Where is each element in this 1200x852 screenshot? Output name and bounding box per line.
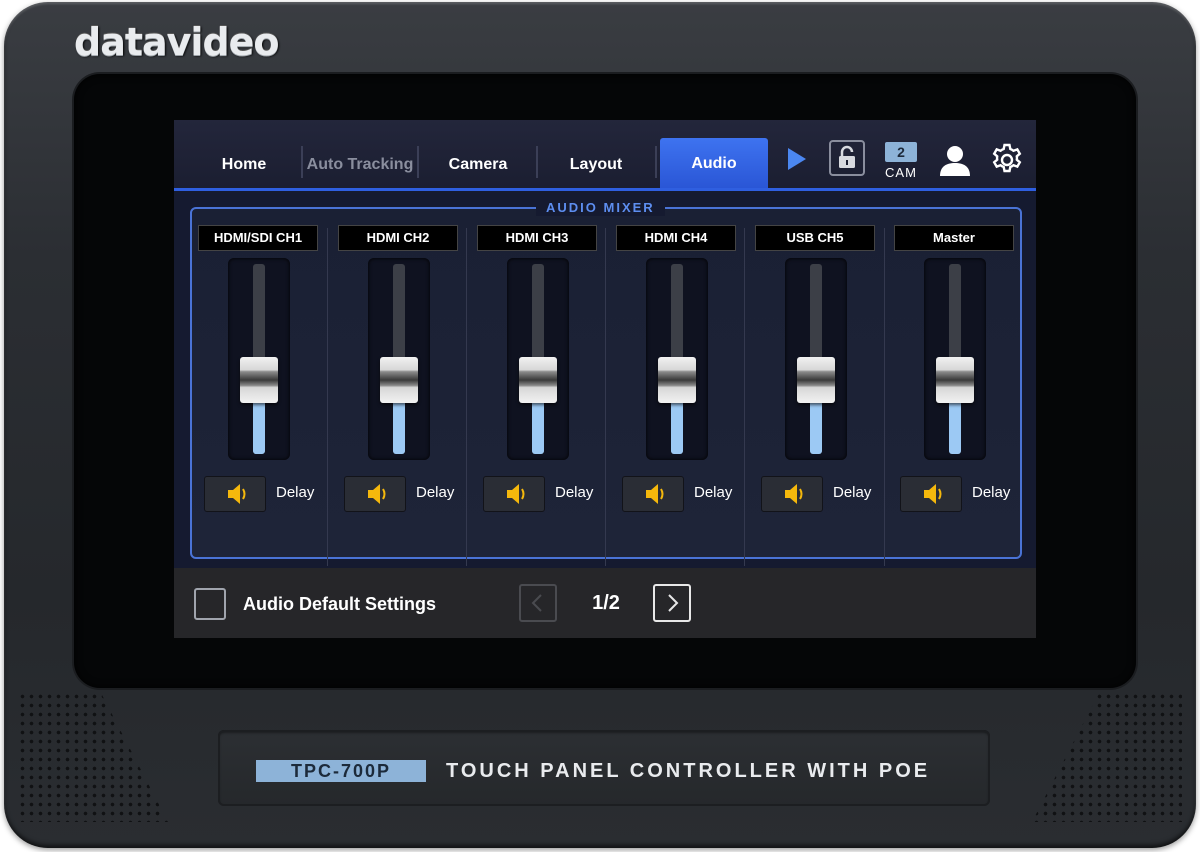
- fader-track[interactable]: [785, 258, 847, 460]
- channel-strip: HDMI CH3 Delay: [475, 220, 613, 560]
- model-badge: TPC-700P: [256, 760, 426, 782]
- tab-camera[interactable]: Camera: [420, 140, 536, 188]
- prev-page-button[interactable]: [519, 584, 557, 622]
- product-title: TOUCH PANEL CONTROLLER WITH POE: [446, 760, 931, 782]
- fader-track[interactable]: [507, 258, 569, 460]
- audio-default-checkbox[interactable]: [194, 588, 226, 620]
- speaker-icon: [646, 484, 664, 504]
- fader-knob[interactable]: [240, 357, 278, 403]
- channel-label: HDMI CH4: [616, 225, 736, 251]
- top-nav-bar: Home Auto Tracking Camera Layout Audio 2…: [174, 120, 1036, 191]
- delay-button[interactable]: Delay: [694, 484, 732, 501]
- mute-button[interactable]: [900, 476, 962, 512]
- fader-knob[interactable]: [658, 357, 696, 403]
- channel-divider: [605, 228, 606, 566]
- speaker-icon: [507, 484, 525, 504]
- page-indicator: 1/2: [592, 592, 620, 614]
- cam-label: CAM: [885, 165, 917, 180]
- gear-icon[interactable]: [989, 142, 1025, 178]
- channel-label: HDMI CH3: [477, 225, 597, 251]
- touch-screen: Home Auto Tracking Camera Layout Audio 2…: [174, 120, 1036, 638]
- name-plate: TPC-700P TOUCH PANEL CONTROLLER WITH POE: [218, 730, 990, 806]
- channel-strip: HDMI CH4 Delay: [614, 220, 752, 560]
- fader-track[interactable]: [646, 258, 708, 460]
- fader-track[interactable]: [228, 258, 290, 460]
- fader-knob[interactable]: [797, 357, 835, 403]
- mute-button[interactable]: [344, 476, 406, 512]
- chevron-left-icon: [531, 594, 542, 612]
- delay-button[interactable]: Delay: [833, 484, 871, 501]
- channel-divider: [884, 228, 885, 566]
- tab-separator: [417, 146, 419, 178]
- mute-button[interactable]: [622, 476, 684, 512]
- speaker-icon: [368, 484, 386, 504]
- audio-default-settings-label: Audio Default Settings: [243, 594, 436, 614]
- tab-separator: [301, 146, 303, 178]
- next-page-button[interactable]: [653, 584, 691, 622]
- speaker-icon: [228, 484, 246, 504]
- mixer-title: AUDIO MIXER: [536, 200, 665, 216]
- channel-divider: [327, 228, 328, 566]
- chevron-right-icon: [668, 594, 679, 612]
- bottom-bar: Audio Default Settings 1/2: [174, 568, 1036, 638]
- user-icon[interactable]: [938, 144, 972, 176]
- fader-knob[interactable]: [380, 357, 418, 403]
- delay-button[interactable]: Delay: [555, 484, 593, 501]
- delay-button[interactable]: Delay: [972, 484, 1010, 501]
- channel-strip: USB CH5 Delay: [753, 220, 891, 560]
- channel-strip: Master Delay: [892, 220, 1030, 560]
- delay-button[interactable]: Delay: [276, 484, 314, 501]
- channel-label: Master: [894, 225, 1014, 251]
- tab-audio[interactable]: Audio: [660, 138, 768, 188]
- mute-button[interactable]: [761, 476, 823, 512]
- cam-number-badge[interactable]: 2: [885, 142, 917, 162]
- speaker-icon: [785, 484, 803, 504]
- channel-label: USB CH5: [755, 225, 875, 251]
- tab-layout[interactable]: Layout: [538, 140, 654, 188]
- unlock-icon[interactable]: [829, 140, 865, 176]
- channel-divider: [744, 228, 745, 566]
- channel-divider: [466, 228, 467, 566]
- mute-button[interactable]: [204, 476, 266, 512]
- tab-home[interactable]: Home: [186, 140, 302, 188]
- channel-label: HDMI CH2: [338, 225, 458, 251]
- channel-strip: HDMI/SDI CH1 Delay: [196, 220, 334, 560]
- channel-strip: HDMI CH2 Delay: [336, 220, 474, 560]
- mute-button[interactable]: [483, 476, 545, 512]
- fader-knob[interactable]: [519, 357, 557, 403]
- fader-track[interactable]: [924, 258, 986, 460]
- delay-button[interactable]: Delay: [416, 484, 454, 501]
- speaker-icon: [924, 484, 942, 504]
- tab-auto-tracking[interactable]: Auto Tracking: [306, 140, 414, 188]
- speaker-grille-left: [18, 692, 168, 822]
- fader-track[interactable]: [368, 258, 430, 460]
- speaker-grille-right: [1032, 692, 1182, 822]
- play-icon[interactable]: [788, 148, 806, 170]
- tab-separator: [655, 146, 657, 178]
- channel-label: HDMI/SDI CH1: [198, 225, 318, 251]
- fader-knob[interactable]: [936, 357, 974, 403]
- brand-logo: datavideo: [74, 20, 280, 64]
